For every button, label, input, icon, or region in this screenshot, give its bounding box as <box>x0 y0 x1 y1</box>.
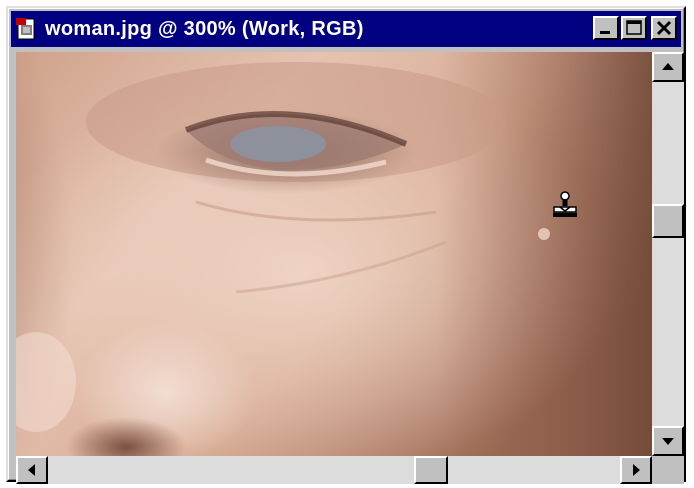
arrow-right-icon <box>633 464 640 476</box>
title-bar[interactable]: woman.jpg @ 300% (Work, RGB) <box>11 11 681 47</box>
vertical-scrollbar[interactable] <box>652 52 684 456</box>
maximize-button[interactable] <box>621 16 647 40</box>
close-icon <box>656 20 672 36</box>
face-closeup-image <box>16 52 652 456</box>
window-title: woman.jpg @ 300% (Work, RGB) <box>45 17 364 40</box>
scrollbar-corner <box>652 456 684 484</box>
document-window: woman.jpg @ 300% (Work, RGB) <box>6 6 686 484</box>
vertical-scroll-thumb[interactable] <box>652 204 684 238</box>
arrow-up-icon <box>662 63 674 70</box>
close-button[interactable] <box>651 16 677 40</box>
scroll-down-button[interactable] <box>652 426 684 456</box>
scroll-left-button[interactable] <box>16 456 48 484</box>
maximize-icon <box>626 20 642 35</box>
image-canvas[interactable] <box>16 52 652 456</box>
minimize-icon <box>600 31 610 34</box>
rubber-stamp-cursor-icon <box>548 190 582 224</box>
arrow-down-icon <box>662 438 674 445</box>
photoshop-document-icon[interactable] <box>15 17 39 41</box>
scroll-right-button[interactable] <box>620 456 652 484</box>
horizontal-scroll-thumb[interactable] <box>414 456 448 484</box>
window-controls <box>591 16 677 40</box>
arrow-left-icon <box>28 464 35 476</box>
horizontal-scrollbar[interactable] <box>16 456 652 484</box>
scroll-up-button[interactable] <box>652 52 684 82</box>
minimize-button[interactable] <box>593 16 619 40</box>
